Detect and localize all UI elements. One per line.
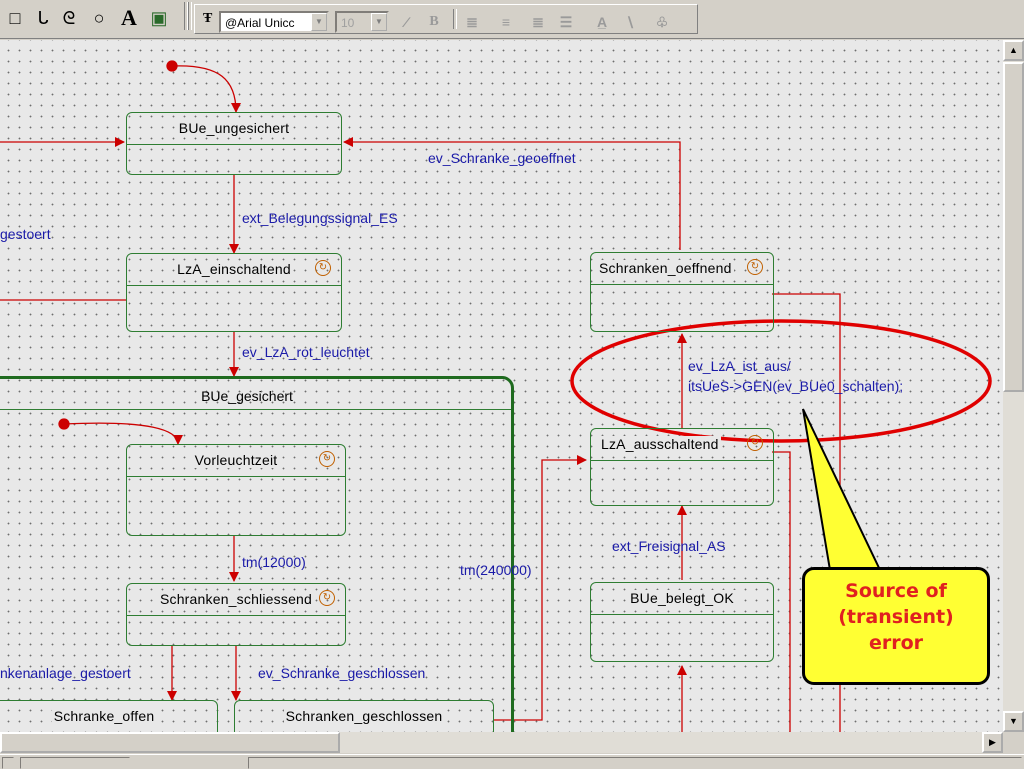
label-tm-240000[interactable]: tm(240000) bbox=[460, 562, 532, 578]
state-name: Vorleuchtzeit bbox=[127, 445, 345, 477]
state-label: BUe_belegt_OK bbox=[628, 590, 736, 606]
status-pane bbox=[248, 757, 1022, 769]
toolbar: □ ᒐ ᘓ ○ A ▣ Ŧ @Arial Unicc ▼ 10 ▼ ∕ B ≣ … bbox=[0, 0, 1024, 39]
state-schranken-oeffnend[interactable]: Schranken_oeffnend ↻ bbox=[590, 252, 774, 332]
initial-transition bbox=[171, 65, 241, 113]
state-label: BUe_ungesichert bbox=[176, 120, 292, 136]
font-size-combo[interactable]: 10 ▼ bbox=[335, 11, 389, 33]
state-label: BUe_gesichert bbox=[201, 388, 293, 404]
font-icon: Ŧ bbox=[203, 11, 213, 26]
callout-pointer bbox=[802, 408, 882, 571]
status-bar bbox=[0, 754, 1024, 769]
line-color-icon[interactable]: ∖ bbox=[619, 11, 641, 33]
activity-icon: ↻ bbox=[319, 451, 335, 467]
label-gen-action[interactable]: itsUeS->GEN(ev_BUe0_schalten); bbox=[688, 378, 903, 394]
activity-icon: ↻ bbox=[315, 260, 331, 276]
state-label: Schranken_geschlossen bbox=[283, 708, 445, 724]
activity-icon: ↻ bbox=[747, 259, 763, 275]
text-color-icon[interactable]: A̲ bbox=[591, 11, 613, 33]
state-label: Schranken_oeffnend bbox=[597, 260, 734, 276]
align-left-icon[interactable]: ≣ bbox=[461, 11, 483, 33]
polyline-tool-icon[interactable]: ᒐ bbox=[30, 4, 56, 32]
activity-icon: ↻ bbox=[747, 435, 763, 451]
state-name: Schranke_offen bbox=[0, 701, 217, 732]
error-source-callout: Source of (transient) error bbox=[802, 567, 990, 685]
label-freisignal-as[interactable]: ext_Freisignal_AS bbox=[612, 538, 726, 554]
image-tool-icon[interactable]: ▣ bbox=[146, 4, 172, 32]
state-name: BUe_belegt_OK bbox=[591, 583, 773, 615]
state-label: Schranke_offen bbox=[51, 708, 157, 724]
label-schranke-geoeffnet[interactable]: ev_Schranke_geoeffnet bbox=[428, 150, 576, 166]
scroll-down-icon[interactable]: ▼ bbox=[1003, 711, 1024, 732]
bullet-list-icon[interactable]: ☰ bbox=[555, 11, 577, 33]
font-name-combo[interactable]: @Arial Unicc ▼ bbox=[219, 11, 329, 33]
state-name: Schranken_geschlossen bbox=[235, 701, 493, 732]
font-size-value: 10 bbox=[341, 16, 355, 30]
label-lza-rot-leuchtet[interactable]: ev_LzA_rot_leuchtet bbox=[242, 344, 370, 360]
label-schranke-geschlossen[interactable]: ev_Schranke_geschlossen bbox=[258, 665, 425, 681]
scroll-up-icon[interactable]: ▲ bbox=[1003, 40, 1024, 61]
state-name: Schranken_oeffnend bbox=[591, 253, 773, 285]
format-toolbar: Ŧ @Arial Unicc ▼ 10 ▼ ∕ B ≣ ≡ ≣ ☰ A̲ ∖ ♧ bbox=[194, 4, 698, 34]
state-name: BUe_ungesichert bbox=[127, 113, 341, 145]
status-pane bbox=[20, 757, 130, 769]
label-belegungssignal-es[interactable]: ext_Belegungssignal_ES bbox=[242, 210, 398, 226]
state-schranken-geschlossen[interactable]: Schranken_geschlossen bbox=[234, 700, 494, 732]
state-name: LzA_einschaltend bbox=[127, 254, 341, 286]
state-name: LzA_ausschaltend bbox=[591, 429, 773, 461]
state-label: Schranken_schliessend bbox=[157, 591, 315, 607]
label-schrankenanlage-gestoert[interactable]: nkenanlage_gestoert bbox=[0, 665, 131, 681]
chevron-down-icon[interactable]: ▼ bbox=[371, 13, 387, 31]
activity-icon: ↻ bbox=[319, 590, 335, 606]
vertical-scrollbar[interactable]: ▲ ▼ bbox=[1003, 40, 1024, 732]
scroll-right-icon[interactable]: ▶ bbox=[982, 732, 1003, 753]
curve-tool-icon[interactable]: ᘓ bbox=[56, 4, 82, 32]
label-gestoert[interactable]: gestoert bbox=[0, 226, 51, 242]
rectangle-tool-icon[interactable]: □ bbox=[2, 4, 28, 32]
state-lza-einschaltend[interactable]: LzA_einschaltend ↻ bbox=[126, 253, 342, 332]
italic-icon[interactable]: ∕ bbox=[395, 11, 417, 33]
bold-icon[interactable]: B bbox=[423, 11, 445, 33]
diagram-canvas[interactable]: BUe_ungesichert LzA_einschaltend ↻ BUe_g… bbox=[0, 40, 1003, 732]
state-label: Vorleuchtzeit bbox=[192, 452, 280, 468]
state-vorleuchtzeit[interactable]: Vorleuchtzeit ↻ bbox=[126, 444, 346, 536]
status-pane bbox=[2, 757, 14, 769]
callout-line-2: (transient) bbox=[838, 606, 954, 628]
label-lza-ist-aus[interactable]: ev_LzA_ist_aus/ bbox=[688, 358, 791, 374]
state-label: LzA_einschaltend bbox=[175, 261, 293, 277]
callout-line-3: error bbox=[868, 632, 924, 654]
vertical-scroll-thumb[interactable] bbox=[1003, 62, 1024, 392]
horizontal-scrollbar[interactable]: ▶ bbox=[0, 732, 1003, 753]
state-name: BUe_gesichert bbox=[0, 383, 511, 410]
chevron-down-icon[interactable]: ▼ bbox=[311, 13, 327, 31]
transition-right-inner bbox=[772, 451, 791, 732]
state-lza-ausschaltend[interactable]: LzA_ausschaltend ↻ bbox=[590, 428, 774, 506]
state-label: LzA_ausschaltend bbox=[599, 436, 721, 452]
state-schranken-schliessend[interactable]: Schranken_schliessend ↻ bbox=[126, 583, 346, 646]
text-tool-icon[interactable]: A bbox=[116, 4, 142, 32]
state-bue-belegt-ok[interactable]: BUe_belegt_OK bbox=[590, 582, 774, 662]
callout-line-1: Source of bbox=[845, 580, 947, 602]
align-center-icon[interactable]: ≡ bbox=[495, 11, 517, 33]
fill-color-icon[interactable]: ♧ bbox=[651, 11, 673, 33]
align-right-icon[interactable]: ≣ bbox=[527, 11, 549, 33]
font-name-value: @Arial Unicc bbox=[225, 16, 295, 30]
ellipse-tool-icon[interactable]: ○ bbox=[86, 4, 112, 32]
label-tm-12000[interactable]: tm(12000) bbox=[242, 554, 306, 570]
horizontal-scroll-thumb[interactable] bbox=[0, 732, 340, 753]
state-bue-ungesichert[interactable]: BUe_ungesichert bbox=[126, 112, 342, 175]
state-name: Schranken_schliessend bbox=[127, 584, 345, 616]
state-schranke-offen[interactable]: Schranke_offen bbox=[0, 700, 218, 732]
toolbar-separator bbox=[188, 2, 192, 30]
toolbar-separator bbox=[453, 9, 457, 29]
